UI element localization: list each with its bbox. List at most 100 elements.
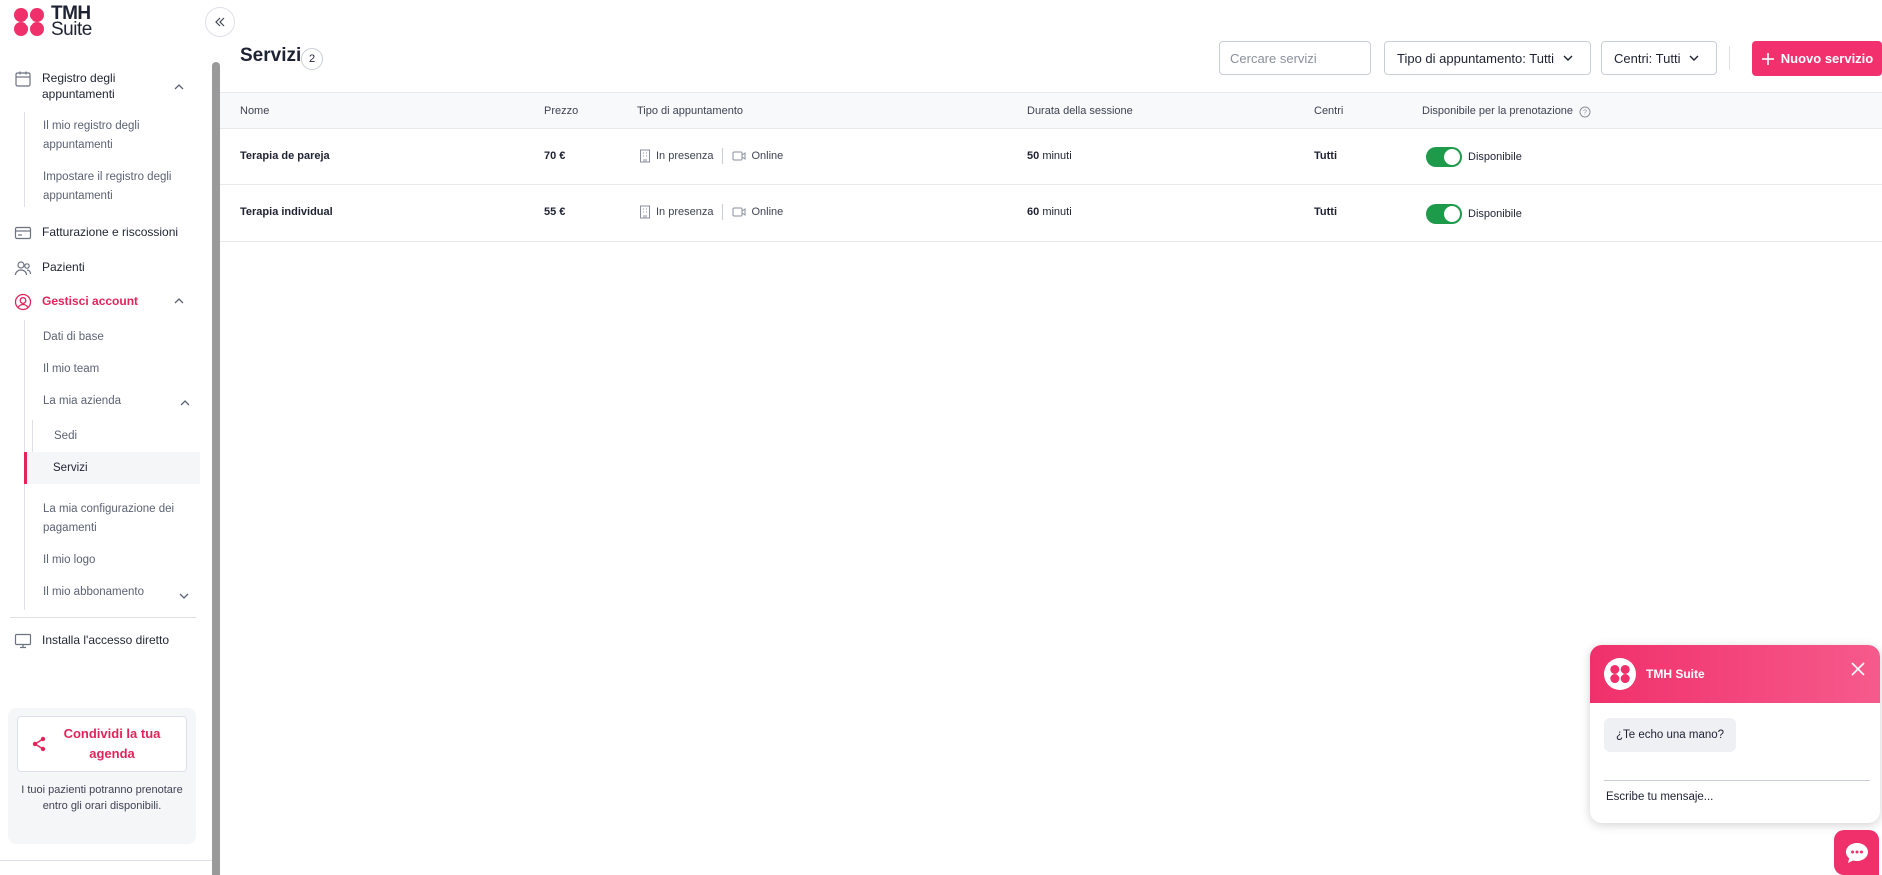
video-icon [732,207,746,217]
sidebar-subitem-impostare-registro[interactable]: Impostare il registro degli appuntamenti [43,168,188,206]
submenu-line [24,112,25,207]
column-header-durata[interactable]: Durata della sessione [1027,105,1133,117]
in-person-label: In presenza [656,150,714,162]
sidebar-item-label: Pazienti [42,260,85,274]
appointment-types: In presenza Online [639,148,783,164]
credit-card-icon [14,226,32,240]
service-name[interactable]: Terapia individual [240,206,333,218]
share-agenda-button[interactable]: Condividi la tua agenda [17,716,187,772]
services-count-badge: 2 [301,48,323,70]
sidebar-item-label: Gestisci account [42,294,139,308]
duration-unit: minuti [1042,206,1072,218]
submenu-line [32,420,33,452]
column-header-tipo[interactable]: Tipo di appuntamento [637,105,743,117]
chat-input-divider [1604,780,1870,781]
users-icon [14,261,32,276]
sidebar-subitem-team[interactable]: Il mio team [43,360,99,379]
type-divider [722,148,724,164]
sidebar-subitem-azienda[interactable]: La mia azienda [43,392,121,411]
sidebar-scrollbar[interactable] [212,62,220,875]
building-icon [640,205,650,219]
header-divider [1729,46,1730,70]
sidebar-subitem-servizi-active[interactable] [24,452,200,484]
new-service-button[interactable]: Nuovo servizio [1752,41,1882,76]
help-icon[interactable]: ? [1579,106,1591,118]
chat-title: TMH Suite [1646,667,1705,681]
chat-launcher-button[interactable] [1834,830,1879,875]
availability-toggle[interactable] [1426,204,1462,224]
centers-filter[interactable]: Centri: Tutti [1601,41,1717,75]
page-title: Servizi [240,45,302,66]
column-header-centri[interactable]: Centri [1314,105,1343,117]
video-icon [732,151,746,161]
sidebar-item-registro[interactable]: Registro degli appuntamenti [0,70,200,102]
online-label: Online [751,206,784,218]
sidebar-item-label: Installa l'accesso diretto [42,633,170,647]
table-header: Nome Prezzo Tipo di appuntamento Durata … [220,92,1882,129]
chat-bubble-icon [1845,842,1868,863]
sidebar-subitem-pagamenti[interactable]: La mia configurazione dei pagamenti [43,500,193,538]
sidebar-bottom-divider [0,860,212,861]
type-divider [722,204,724,220]
sidebar-item-label: Fatturazione e riscossioni [42,225,179,239]
logo[interactable]: TMH Suite [12,4,92,40]
svg-text:?: ? [1583,110,1587,117]
table-row[interactable]: Terapia individual 55 € In presenza Onli… [220,186,1882,242]
sidebar-subitem-abbonamento[interactable]: Il mio abbonamento [43,583,144,602]
sidebar-subitem-logo[interactable]: Il mio logo [43,551,95,570]
chat-message: ¿Te echo una mano? [1604,718,1737,752]
appointment-type-filter[interactable]: Tipo di appuntamento: Tutti [1384,41,1591,75]
tmh-logo-icon [14,8,44,36]
column-header-nome[interactable]: Nome [240,105,269,117]
sidebar-item-fatturazione[interactable]: Fatturazione e riscossioni [0,224,200,242]
search-input[interactable] [1219,41,1371,75]
table-row[interactable]: Terapia de pareja 70 € In presenza Onlin… [220,129,1882,185]
availability-toggle[interactable] [1426,147,1462,167]
sidebar-item-gestisci-account[interactable]: Gestisci account [0,293,200,311]
sidebar-item-pazienti[interactable]: Pazienti [0,259,200,277]
column-header-prezzo[interactable]: Prezzo [544,105,578,117]
share-agenda-card: Condividi la tua agenda I tuoi pazienti … [8,708,196,844]
chat-widget: TMH Suite ¿Te echo una mano? Escribe tu … [1590,645,1880,823]
centers-filter-label: Centri: Tutti [1614,50,1681,66]
sidebar-divider [10,617,196,618]
new-service-label: Nuovo servizio [1780,51,1874,66]
chevron-down-icon[interactable] [179,591,189,601]
appointment-types: In presenza Online [639,204,783,220]
chat-message-input[interactable]: Escribe tu mensaje... [1606,791,1713,803]
sidebar-subitem-servizi[interactable]: Servizi [53,459,88,478]
plus-icon [1761,52,1774,65]
sidebar-subitem-mio-registro[interactable]: Il mio registro degli appuntamenti [43,117,183,155]
duration-value: 60 [1027,206,1040,218]
tmh-logo-icon [1610,664,1630,684]
service-price: 70 € [544,150,566,162]
sidebar-item-installa[interactable]: Installa l'accesso diretto [0,632,200,650]
service-name[interactable]: Terapia de pareja [240,150,330,162]
chevron-up-icon [174,84,184,90]
close-icon[interactable] [1850,661,1866,677]
building-icon [640,149,650,163]
sidebar-subitem-sedi[interactable]: Sedi [54,427,77,446]
logo-line2: Suite [51,19,92,40]
monitor-icon [14,633,32,649]
duration-unit: minuti [1042,150,1072,162]
share-agenda-label: Condividi la tua agenda [63,726,161,761]
service-centers: Tutti [1314,206,1338,218]
availability-label: Disponibile [1468,208,1522,220]
chevron-up-icon[interactable] [180,398,190,408]
session-duration: 50 minuti [1027,150,1072,162]
column-header-disponibile[interactable]: Disponibile per la prenotazione [1422,105,1573,117]
session-duration: 60 minuti [1027,206,1072,218]
calendar-icon [15,71,31,87]
online-label: Online [751,150,784,162]
chat-avatar [1604,658,1636,690]
appointment-type-filter-label: Tipo di appuntamento: Tutti [1397,50,1555,66]
user-circle-icon [14,293,32,311]
chat-header: TMH Suite [1590,645,1880,703]
duration-value: 50 [1027,150,1040,162]
chevron-up-icon [174,298,184,304]
service-price: 55 € [544,206,566,218]
chevron-down-icon [1563,55,1573,61]
sidebar-item-label: Registro degli appuntamenti [42,71,116,101]
sidebar-subitem-dati[interactable]: Dati di base [43,328,104,347]
